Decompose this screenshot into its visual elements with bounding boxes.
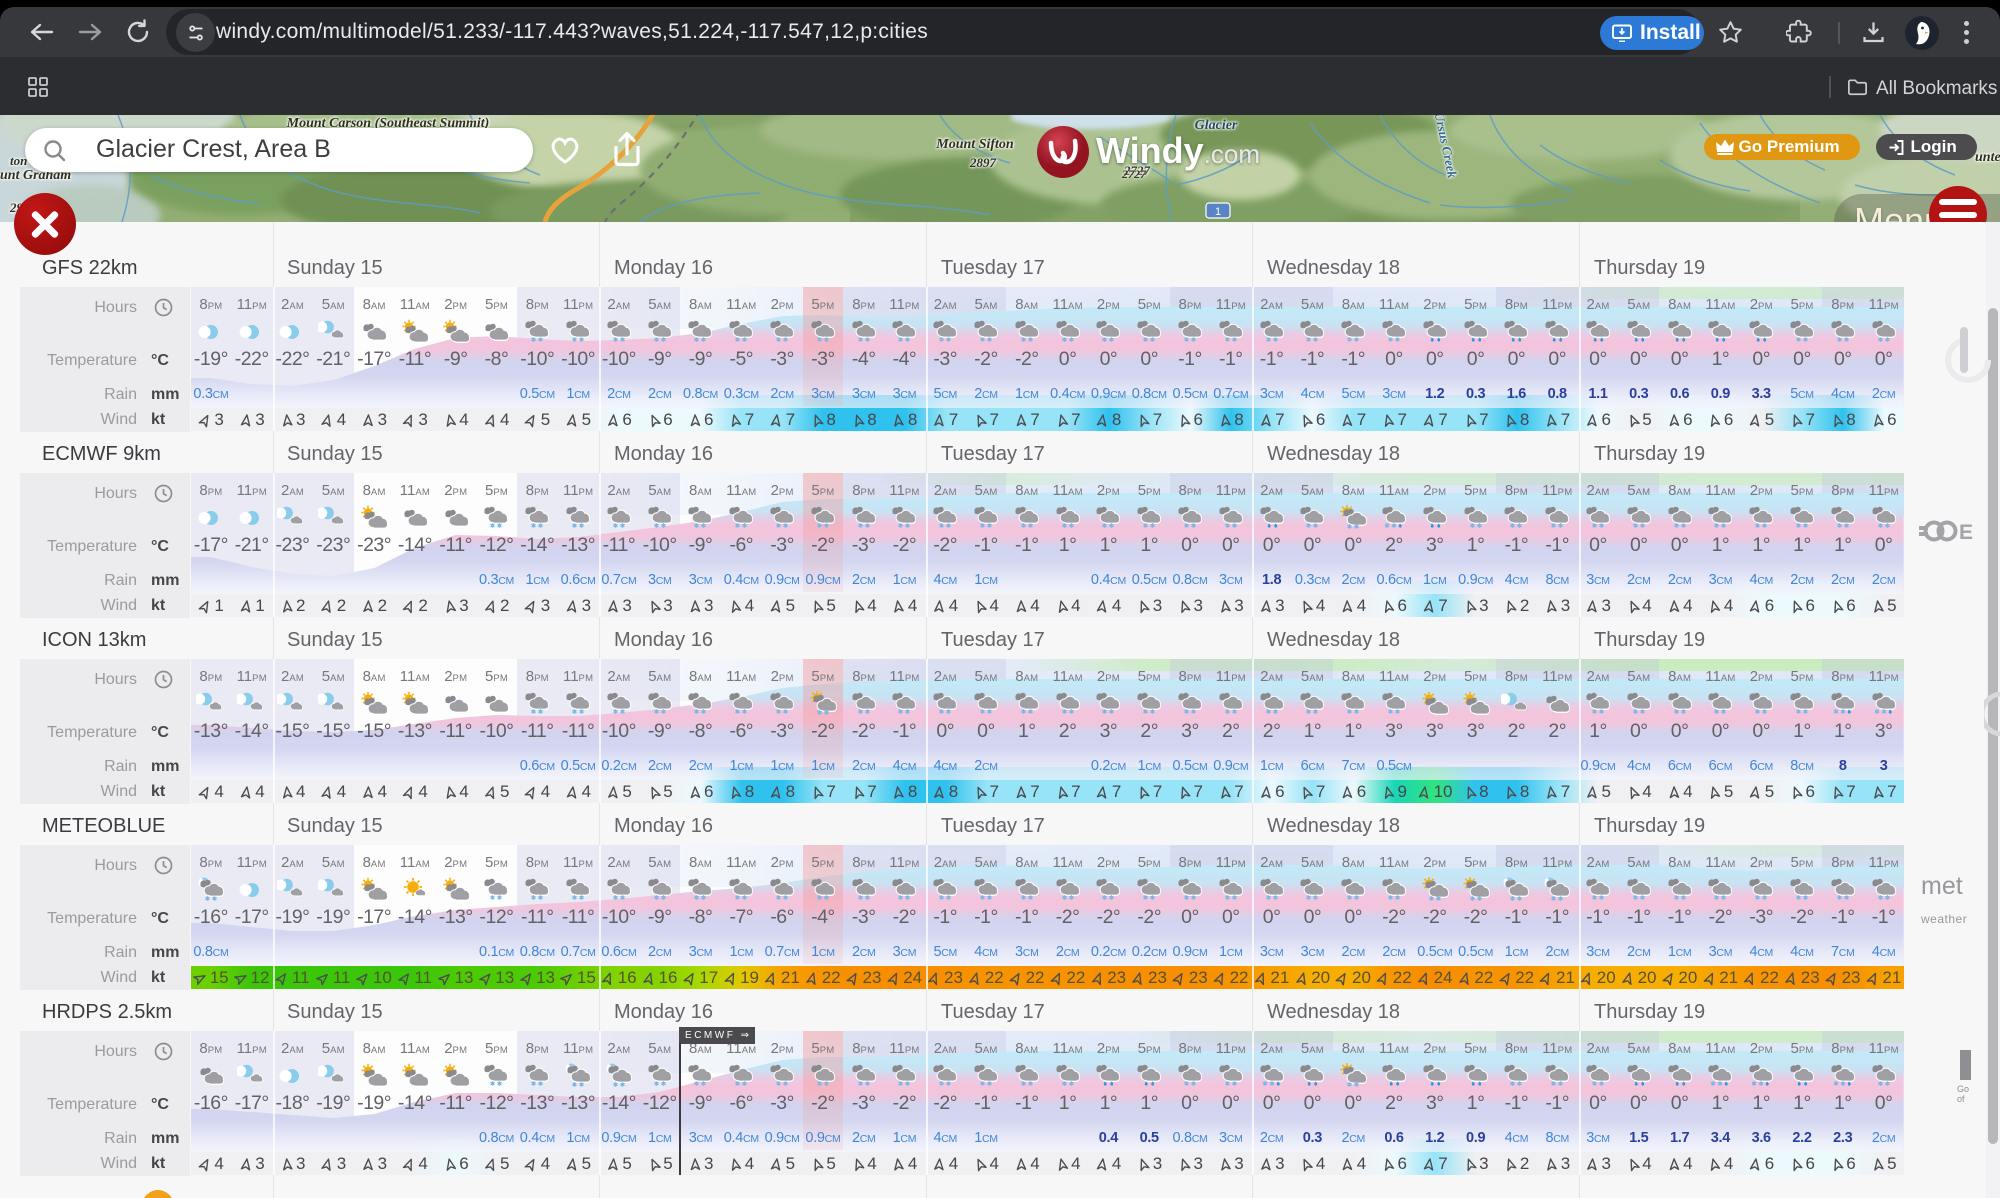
svg-text:1: 1 [1215,206,1221,218]
svg-text:E: E [1959,521,1973,544]
